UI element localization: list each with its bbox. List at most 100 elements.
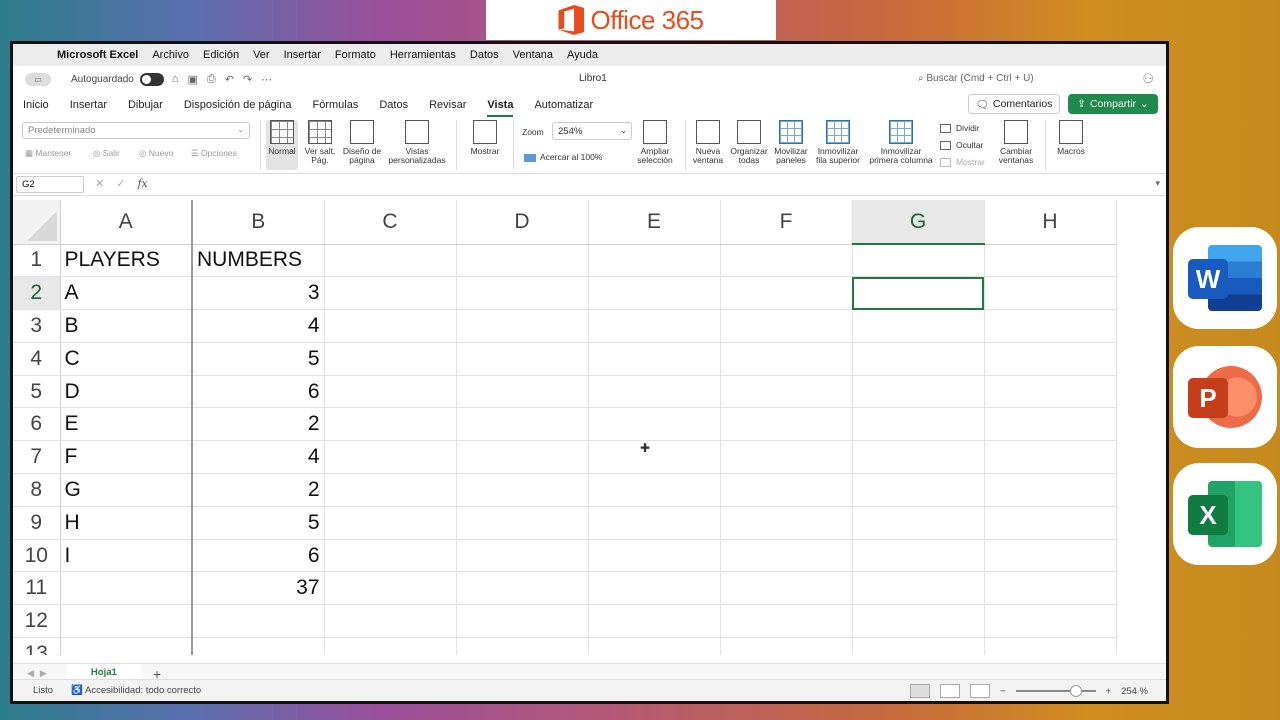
cell-h3[interactable]: [984, 309, 1117, 343]
cancel-icon[interactable]: ✕: [95, 177, 104, 190]
cell-f8[interactable]: [720, 473, 853, 507]
menu-ventana[interactable]: Ventana: [513, 49, 553, 61]
cell-g9[interactable]: [852, 506, 985, 540]
row-header[interactable]: 2: [13, 276, 61, 311]
cell-g6[interactable]: [852, 407, 985, 442]
cell-e13[interactable]: [588, 637, 721, 655]
comments-button[interactable]: 🗨 Comentarios: [968, 94, 1060, 114]
cell-d13[interactable]: [456, 637, 589, 655]
cell-c12[interactable]: [324, 604, 457, 639]
undo-icon[interactable]: ↶: [225, 73, 234, 86]
row-header[interactable]: 8: [13, 473, 61, 507]
cell-e9[interactable]: [588, 506, 721, 540]
save-icon[interactable]: ▣: [188, 73, 198, 86]
tab-vista[interactable]: Vista: [487, 99, 514, 117]
select-all-corner[interactable]: [13, 200, 61, 245]
name-box[interactable]: G2: [16, 176, 84, 193]
menu-insertar[interactable]: Insertar: [284, 49, 321, 61]
menu-herramientas[interactable]: Herramientas: [390, 49, 456, 61]
row-header[interactable]: 4: [13, 342, 61, 376]
switch-windows-button[interactable]: Cambiar ventanas: [996, 120, 1036, 165]
cell-c9[interactable]: [324, 506, 457, 540]
cell-b8[interactable]: 2: [192, 473, 325, 507]
cell-c7[interactable]: [324, 440, 457, 475]
cell-h7[interactable]: [984, 440, 1117, 475]
cell-e2[interactable]: [588, 276, 721, 311]
cell-f7[interactable]: [720, 440, 853, 475]
cell-b12[interactable]: [192, 604, 325, 639]
accessibility-status[interactable]: ♿ Accesibilidad: todo correcto: [71, 685, 201, 696]
cell-d9[interactable]: [456, 506, 589, 540]
tab-insertar[interactable]: Insertar: [70, 99, 107, 111]
cell-g5[interactable]: [852, 375, 985, 409]
menu-formato[interactable]: Formato: [335, 49, 376, 61]
cell-a12[interactable]: [60, 604, 193, 639]
row-header[interactable]: 6: [13, 407, 61, 442]
cell-a11[interactable]: [60, 571, 193, 606]
cell-h1[interactable]: [984, 244, 1117, 278]
autosave-toggle[interactable]: [139, 72, 164, 86]
cell-e5[interactable]: [588, 375, 721, 409]
menu-archivo[interactable]: Archivo: [152, 49, 189, 61]
cell-c1[interactable]: [324, 244, 457, 278]
row-header[interactable]: 9: [13, 506, 61, 540]
cell-b2[interactable]: 3: [192, 276, 325, 311]
cell-h12[interactable]: [984, 604, 1117, 639]
zoom-100-button[interactable]: Acercar al 100%: [524, 152, 602, 162]
cell-g12[interactable]: [852, 604, 985, 639]
new-view-button[interactable]: ◎ Nuevo: [139, 148, 173, 159]
menu-app-name[interactable]: Microsoft Excel: [57, 49, 138, 61]
cell-c3[interactable]: [324, 309, 457, 343]
unhide-button[interactable]: Mostrar: [940, 157, 985, 168]
cell-a3[interactable]: B: [60, 309, 193, 343]
page-break-button[interactable]: Ver salt. Pág.: [301, 120, 339, 165]
cell-d3[interactable]: [456, 309, 589, 343]
freeze-top-row-button[interactable]: Inmovilizar fila superior: [813, 120, 863, 165]
column-header[interactable]: B: [192, 200, 325, 245]
row-header[interactable]: 3: [13, 309, 61, 343]
chevron-down-icon[interactable]: ▾: [1155, 178, 1160, 189]
cell-h5[interactable]: [984, 375, 1117, 409]
menu-ayuda[interactable]: Ayuda: [567, 49, 598, 61]
cell-b11[interactable]: 37: [192, 571, 325, 606]
column-header[interactable]: C: [324, 200, 457, 245]
fx-icon[interactable]: fx: [137, 177, 147, 190]
cell-a9[interactable]: H: [60, 506, 193, 540]
zoom-dropdown[interactable]: 254% ⌄: [552, 122, 632, 140]
column-header[interactable]: D: [456, 200, 589, 245]
row-header[interactable]: 10: [13, 539, 61, 573]
cell-a1[interactable]: PLAYERS: [60, 244, 193, 278]
split-button[interactable]: Dividir: [940, 123, 980, 134]
cell-a8[interactable]: G: [60, 473, 193, 507]
cell-h6[interactable]: [984, 407, 1117, 442]
confirm-icon[interactable]: ✓: [116, 177, 125, 190]
cell-f13[interactable]: [720, 637, 853, 655]
cell-d8[interactable]: [456, 473, 589, 507]
freeze-first-col-button[interactable]: Inmovilizar primera columna: [866, 120, 936, 165]
cell-b5[interactable]: 6: [192, 375, 325, 409]
cell-a6[interactable]: E: [60, 407, 193, 442]
cell-g8[interactable]: [852, 473, 985, 507]
cell-e12[interactable]: [588, 604, 721, 639]
zoom-in-icon[interactable]: +: [1106, 686, 1112, 697]
row-header[interactable]: 12: [13, 604, 61, 639]
cell-e4[interactable]: [588, 342, 721, 376]
sheet-view-dropdown[interactable]: Predeterminado ⌄: [22, 122, 250, 139]
cell-f5[interactable]: [720, 375, 853, 409]
show-button[interactable]: Mostrar: [465, 120, 505, 156]
cell-h2[interactable]: [984, 276, 1117, 311]
cell-d12[interactable]: [456, 604, 589, 639]
cell-d11[interactable]: [456, 571, 589, 606]
cell-g11[interactable]: [852, 571, 985, 606]
tab-inicio[interactable]: Inicio: [23, 99, 49, 111]
cell-c6[interactable]: [324, 407, 457, 442]
share-button[interactable]: ⇪ Compartir ⌄: [1068, 94, 1158, 114]
cell-a13[interactable]: [60, 637, 193, 655]
cell-e1[interactable]: [588, 244, 721, 278]
cell-f1[interactable]: [720, 244, 853, 278]
cell-a7[interactable]: F: [60, 440, 193, 475]
print-icon[interactable]: ⎙: [207, 73, 216, 86]
collaborate-icon[interactable]: ⚇: [1142, 71, 1154, 87]
cell-e11[interactable]: [588, 571, 721, 606]
cell-f9[interactable]: [720, 506, 853, 540]
